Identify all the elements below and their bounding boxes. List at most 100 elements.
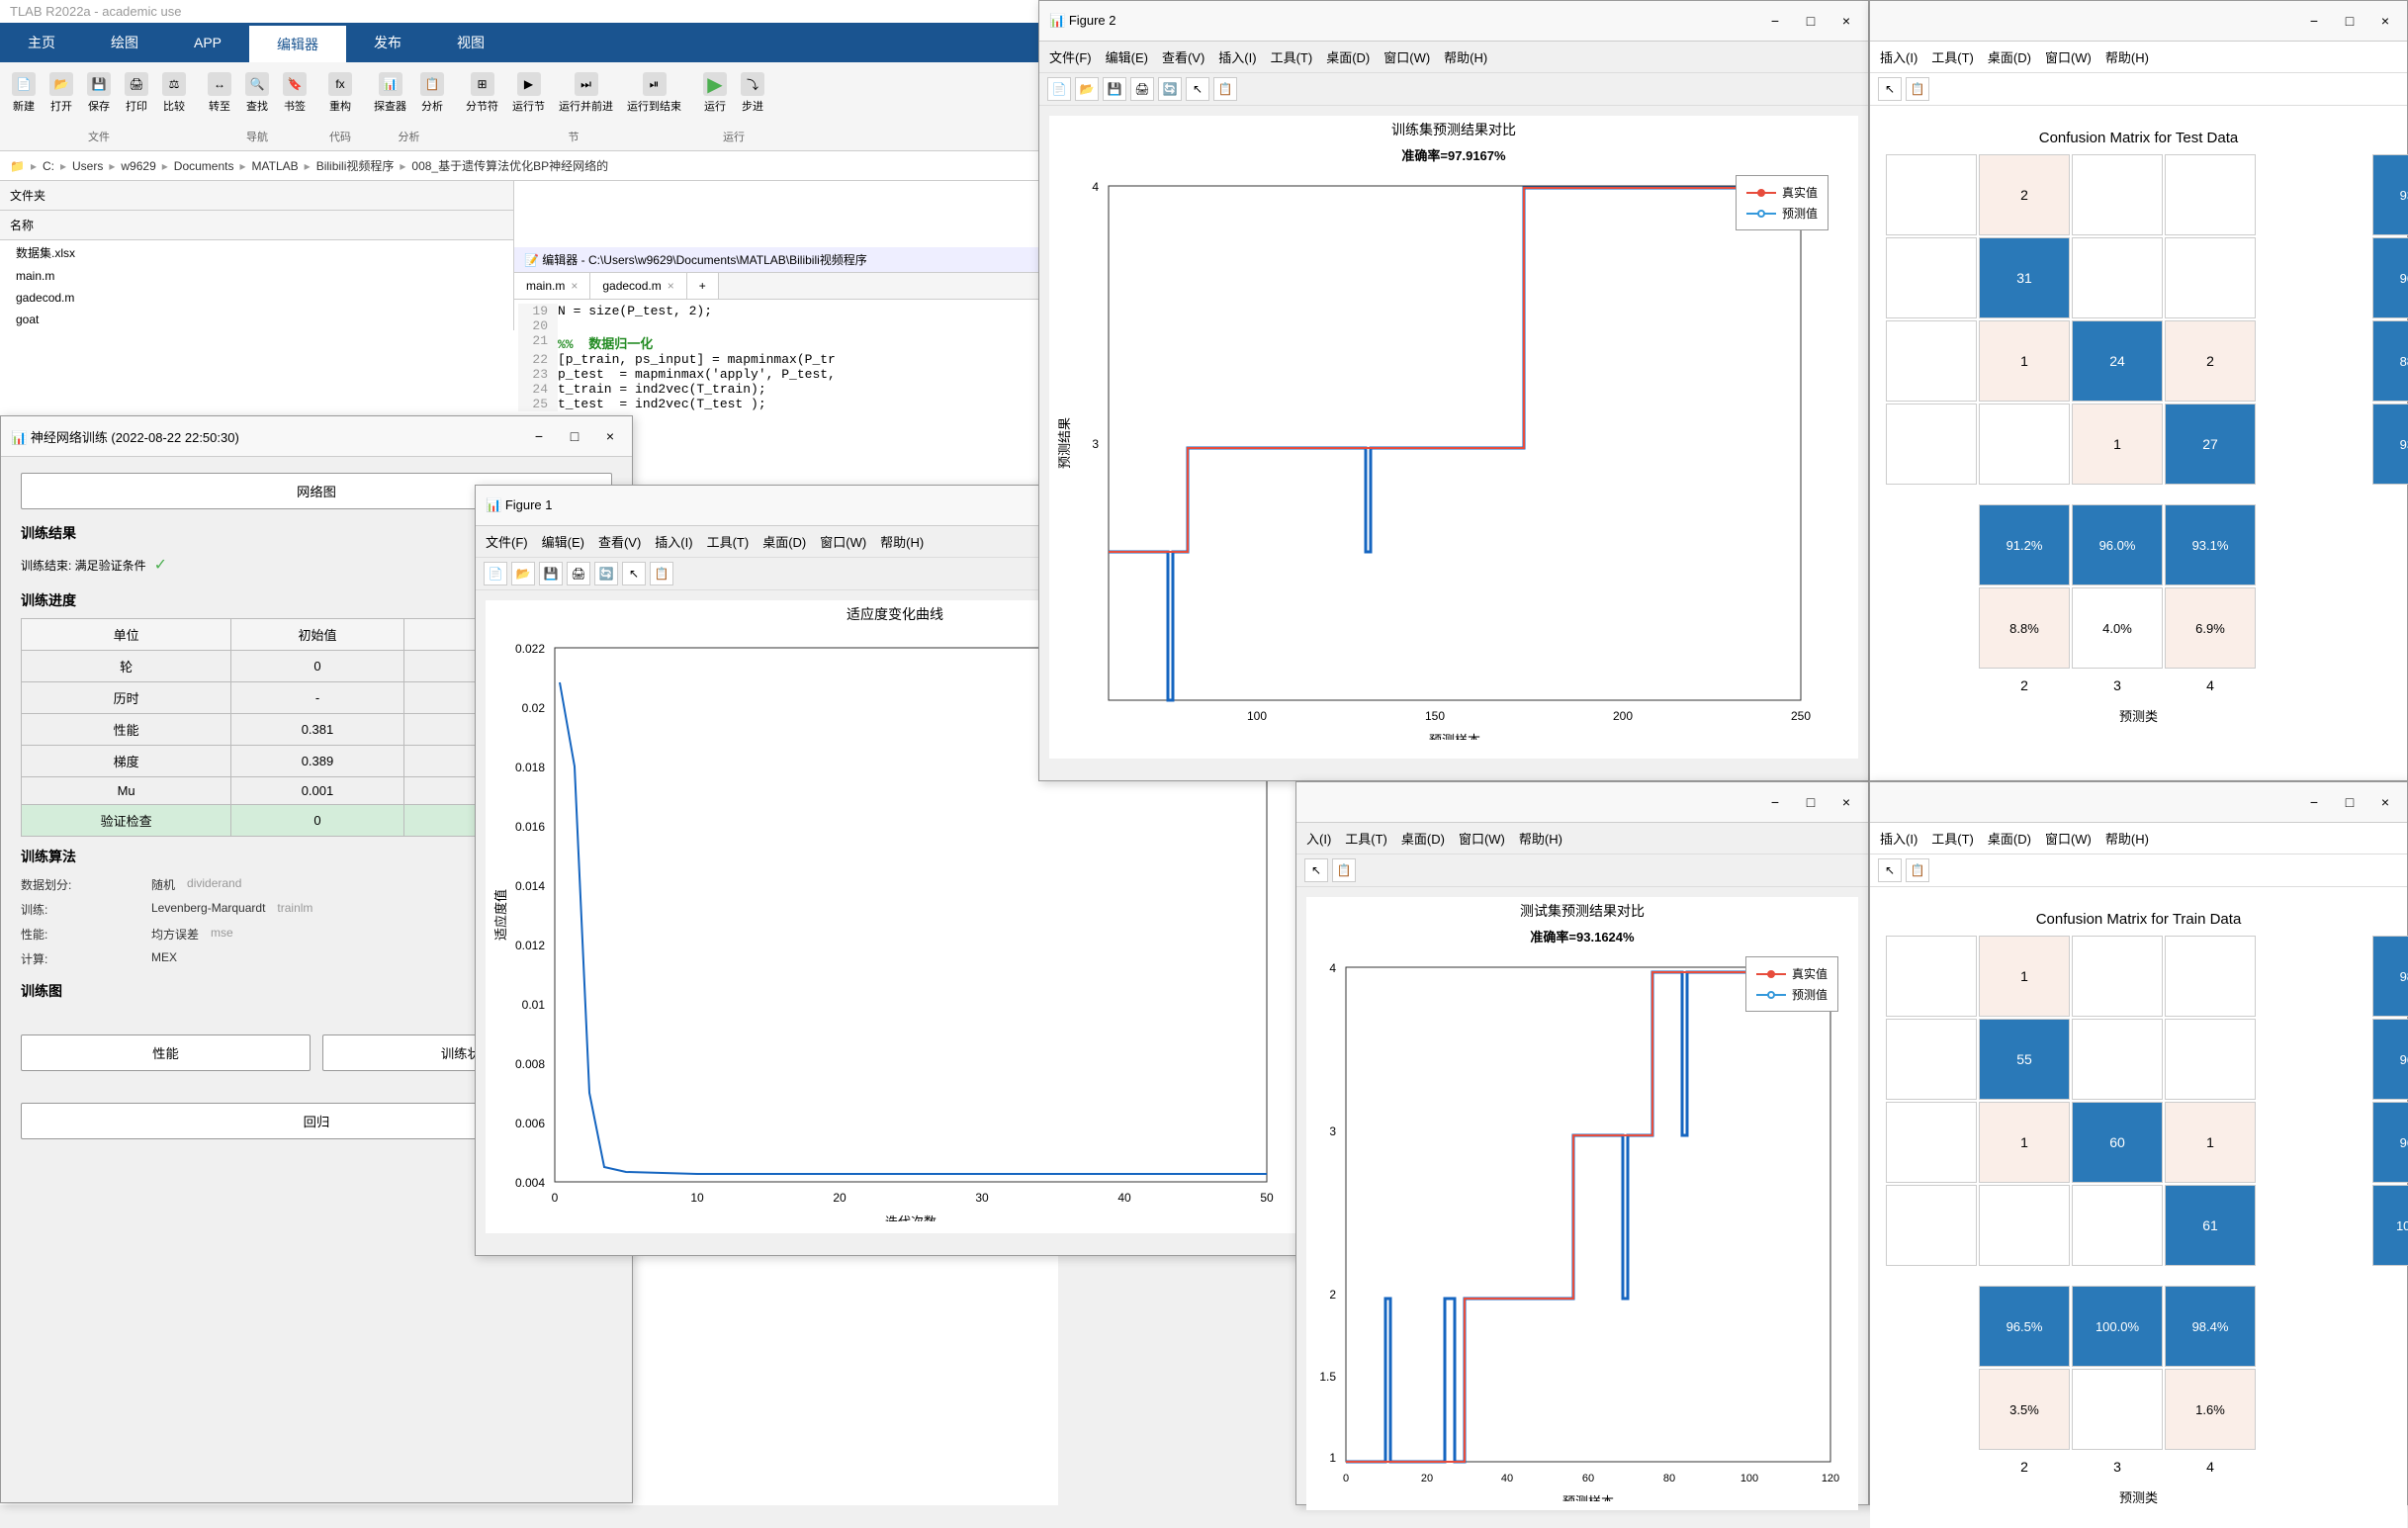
menu-edit[interactable]: 编辑(E) (1106, 47, 1148, 66)
cursor-icon[interactable]: ↖ (1304, 858, 1328, 882)
run-section-button[interactable]: ▶运行节 (508, 68, 549, 118)
maximize-button[interactable]: □ (1799, 790, 1823, 814)
maximize-button[interactable]: □ (1799, 9, 1823, 33)
open-icon[interactable]: 📂 (511, 562, 535, 585)
file-item[interactable]: main.m (0, 265, 513, 287)
menu-desktop[interactable]: 桌面(D) (1988, 829, 2031, 848)
menu-insert[interactable]: 插入(I) (1880, 47, 1917, 66)
close-button[interactable]: × (2373, 790, 2397, 814)
breadcrumb-item[interactable]: Users (72, 159, 103, 173)
menu-file[interactable]: 文件(F) (1049, 47, 1092, 66)
minimize-button[interactable]: − (527, 424, 551, 448)
menu-tools[interactable]: 工具(T) (1271, 47, 1313, 66)
compare-button[interactable]: ⚖比较 (158, 68, 190, 118)
inspect-icon[interactable]: 📋 (1906, 858, 1929, 882)
section-break-button[interactable]: ⊞分节符 (462, 68, 502, 118)
cursor-icon[interactable]: ↖ (1878, 858, 1902, 882)
menu-edit[interactable]: 编辑(E) (542, 532, 584, 551)
print-button[interactable]: 🖨打印 (121, 68, 152, 118)
save-icon[interactable]: 💾 (539, 562, 563, 585)
cursor-icon[interactable]: ↖ (1878, 77, 1902, 101)
menu-help[interactable]: 帮助(H) (2105, 47, 2149, 66)
menu-insert[interactable]: 入(I) (1306, 829, 1331, 848)
minimize-button[interactable]: − (2302, 790, 2326, 814)
new-icon[interactable]: 📄 (1047, 77, 1071, 101)
menu-help[interactable]: 帮助(H) (1519, 829, 1562, 848)
tab-app[interactable]: APP (166, 23, 249, 62)
menu-insert[interactable]: 插入(I) (1218, 47, 1256, 66)
menu-window[interactable]: 窗口(W) (1459, 829, 1505, 848)
profiler-button[interactable]: 📊探查器 (370, 68, 410, 118)
maximize-button[interactable]: □ (2338, 9, 2362, 33)
editor-tab-main[interactable]: main.m× (514, 273, 590, 299)
breadcrumb-item[interactable]: w9629 (121, 159, 155, 173)
editor-tab-gadecod[interactable]: gadecod.m× (590, 273, 686, 299)
menu-desktop[interactable]: 桌面(D) (762, 532, 806, 551)
menu-help[interactable]: 帮助(H) (1444, 47, 1487, 66)
menu-window[interactable]: 窗口(W) (1383, 47, 1430, 66)
open-icon[interactable]: 📂 (1075, 77, 1099, 101)
cursor-icon[interactable]: ↖ (1186, 77, 1209, 101)
code-editor[interactable]: 19N = size(P_test, 2); 20 21%% 数据归一化 22[… (514, 300, 1058, 415)
new-tab-button[interactable]: + (687, 273, 719, 299)
run-advance-button[interactable]: ⏭运行并前进 (555, 68, 617, 118)
breadcrumb-item[interactable]: Documents (174, 159, 234, 173)
bookmark-button[interactable]: 🔖书签 (279, 68, 311, 118)
tab-editor[interactable]: 编辑器 (249, 23, 346, 62)
menu-insert[interactable]: 插入(I) (655, 532, 692, 551)
save-icon[interactable]: 💾 (1103, 77, 1126, 101)
breadcrumb-item[interactable]: Bilibili视频程序 (316, 157, 395, 174)
file-item[interactable]: 数据集.xlsx (0, 240, 513, 265)
menu-desktop[interactable]: 桌面(D) (1401, 829, 1445, 848)
run-end-button[interactable]: ⏯运行到结束 (623, 68, 685, 118)
close-button[interactable]: × (1834, 9, 1858, 33)
menu-help[interactable]: 帮助(H) (2105, 829, 2149, 848)
inspect-icon[interactable]: 📋 (1213, 77, 1237, 101)
menu-file[interactable]: 文件(F) (486, 532, 528, 551)
close-button[interactable]: × (598, 424, 622, 448)
print-icon[interactable]: 🖨 (567, 562, 590, 585)
menu-tools[interactable]: 工具(T) (1345, 829, 1387, 848)
tab-view[interactable]: 视图 (429, 23, 512, 62)
goto-button[interactable]: ↔转至 (204, 68, 235, 118)
file-name-column[interactable]: 名称 (0, 211, 513, 240)
menu-insert[interactable]: 插入(I) (1880, 829, 1917, 848)
tab-publish[interactable]: 发布 (346, 23, 429, 62)
rotate-icon[interactable]: 🔄 (1158, 77, 1182, 101)
inspect-icon[interactable]: 📋 (1906, 77, 1929, 101)
minimize-button[interactable]: − (1763, 790, 1787, 814)
performance-button[interactable]: 性能 (21, 1034, 311, 1071)
menu-window[interactable]: 窗口(W) (820, 532, 866, 551)
close-icon[interactable]: × (571, 279, 578, 293)
close-button[interactable]: × (1834, 790, 1858, 814)
rotate-icon[interactable]: 🔄 (594, 562, 618, 585)
run-button[interactable]: ▶运行 (699, 68, 731, 118)
minimize-button[interactable]: − (1763, 9, 1787, 33)
close-button[interactable]: × (2373, 9, 2397, 33)
menu-window[interactable]: 窗口(W) (2045, 829, 2092, 848)
breadcrumb-item[interactable]: 008_基于遗传算法优化BP神经网络的 (411, 157, 608, 174)
inspect-icon[interactable]: 📋 (1332, 858, 1356, 882)
step-button[interactable]: ⤵步进 (737, 68, 768, 118)
menu-view[interactable]: 查看(V) (598, 532, 641, 551)
breadcrumb-item[interactable]: C: (43, 159, 54, 173)
menu-tools[interactable]: 工具(T) (1931, 47, 1974, 66)
analyze-button[interactable]: 📋分析 (416, 68, 448, 118)
save-button[interactable]: 💾保存 (83, 68, 115, 118)
menu-tools[interactable]: 工具(T) (1931, 829, 1974, 848)
menu-desktop[interactable]: 桌面(D) (1988, 47, 2031, 66)
close-icon[interactable]: × (668, 279, 674, 293)
print-icon[interactable]: 🖨 (1130, 77, 1154, 101)
cursor-icon[interactable]: ↖ (622, 562, 646, 585)
minimize-button[interactable]: − (2302, 9, 2326, 33)
menu-view[interactable]: 查看(V) (1162, 47, 1204, 66)
tab-home[interactable]: 主页 (0, 23, 83, 62)
file-item[interactable]: gadecod.m (0, 287, 513, 309)
maximize-button[interactable]: □ (2338, 790, 2362, 814)
tab-plot[interactable]: 绘图 (83, 23, 166, 62)
menu-help[interactable]: 帮助(H) (880, 532, 924, 551)
menu-tools[interactable]: 工具(T) (707, 532, 750, 551)
inspect-icon[interactable]: 📋 (650, 562, 673, 585)
menu-desktop[interactable]: 桌面(D) (1326, 47, 1370, 66)
breadcrumb-item[interactable]: MATLAB (252, 159, 299, 173)
